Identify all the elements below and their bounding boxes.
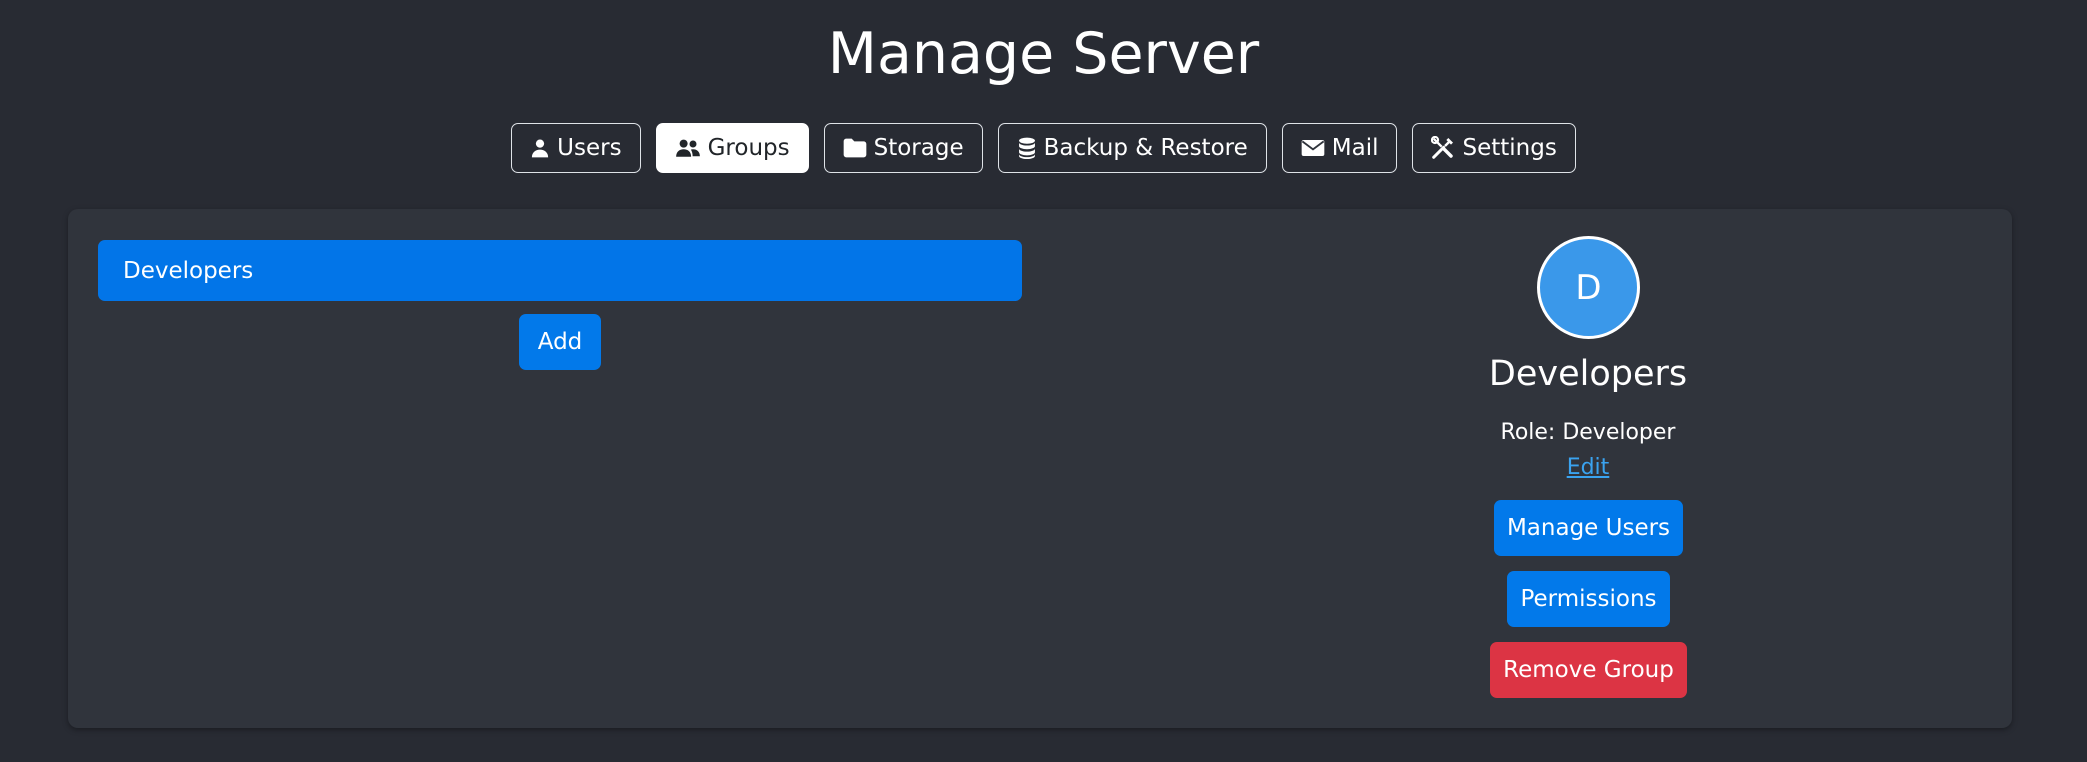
group-detail: D Developers Role: Developer Edit Manage… (1088, 209, 2087, 728)
user-icon (530, 138, 550, 158)
envelope-icon (1301, 139, 1325, 157)
tab-backup-restore-label: Backup & Restore (1043, 135, 1248, 161)
nav-bar: Users Groups Storage Backup & Restore Ma… (0, 123, 2087, 173)
tab-backup-restore[interactable]: Backup & Restore (997, 123, 1267, 173)
manage-users-button[interactable]: Manage Users (1494, 500, 1683, 556)
users-icon (675, 138, 701, 158)
add-group-button[interactable]: Add (519, 314, 601, 370)
remove-group-button[interactable]: Remove Group (1490, 642, 1687, 698)
tab-mail[interactable]: Mail (1281, 123, 1398, 173)
edit-link-wrapper: Edit (1088, 453, 2087, 483)
folder-icon (843, 138, 867, 158)
manage-server-page: Manage Server Users Groups Storage Backu… (0, 0, 2087, 762)
database-icon (1017, 137, 1037, 159)
group-name: Developers (1488, 354, 1688, 394)
tab-mail-label: Mail (1331, 135, 1379, 161)
tab-storage-label: Storage (873, 135, 964, 161)
tab-settings[interactable]: Settings (1412, 123, 1576, 173)
page-title: Manage Server (827, 21, 1260, 87)
tab-settings-label: Settings (1462, 135, 1557, 161)
group-list-item[interactable]: Developers (98, 240, 1022, 301)
edit-role-link[interactable]: Edit (1567, 455, 1610, 480)
group-list-item-label: Developers (123, 257, 254, 284)
tab-users[interactable]: Users (511, 123, 641, 173)
tab-storage[interactable]: Storage (823, 123, 983, 173)
tab-groups-label: Groups (707, 135, 790, 161)
permissions-button[interactable]: Permissions (1507, 571, 1670, 627)
tools-icon (1431, 136, 1455, 160)
groups-panel: Developers Add D Developers Role: Develo… (68, 209, 2012, 728)
group-role: Role: Developer (1500, 420, 1676, 445)
tab-groups[interactable]: Groups (655, 123, 809, 173)
tab-users-label: Users (557, 135, 622, 161)
group-avatar: D (1537, 236, 1640, 339)
